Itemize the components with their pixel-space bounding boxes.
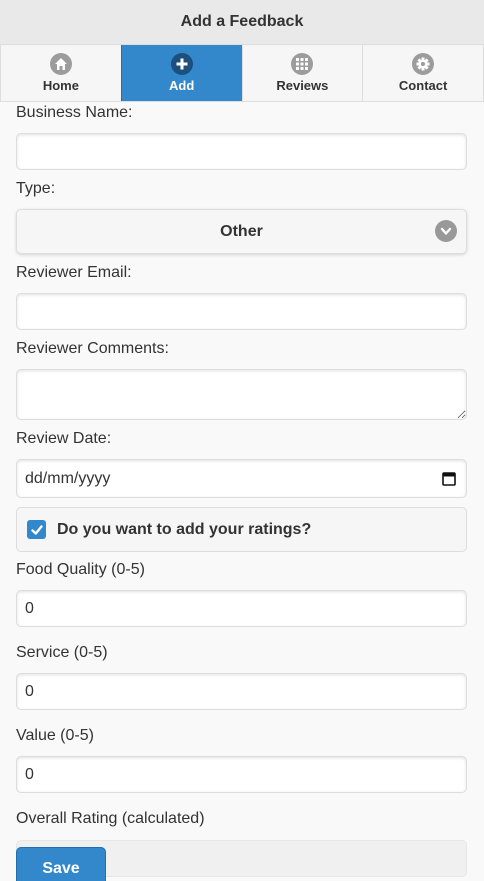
nav-item-contact[interactable]: Contact (362, 45, 484, 101)
nav-item-reviews[interactable]: Reviews (241, 45, 363, 101)
page-title: Add a Feedback (180, 13, 304, 30)
ratings-checkbox-row[interactable]: Do you want to add your ratings? (16, 507, 467, 552)
nav-label-contact: Contact (398, 78, 448, 93)
ratings-checkbox[interactable] (27, 520, 46, 539)
service-input[interactable] (16, 673, 467, 710)
type-select[interactable]: Other (16, 209, 467, 254)
reviewer-email-label: Reviewer Email: (16, 264, 132, 281)
calendar-icon[interactable] (442, 471, 456, 486)
gear-icon (412, 53, 435, 75)
review-date-input[interactable]: dd/mm/yyyy (16, 459, 467, 498)
service-label: Service (0-5) (16, 644, 108, 661)
page: Add a Feedback Home Add Reviews Contact … (0, 0, 484, 881)
review-date-placeholder: dd/mm/yyyy (25, 470, 111, 487)
overall-rating-label: Overall Rating (calculated) (16, 810, 205, 827)
food-quality-label: Food Quality (0-5) (16, 561, 145, 578)
feedback-form: Business Name: Type: Other Reviewer Emai… (16, 102, 467, 877)
ratings-checkbox-label: Do you want to add your ratings? (57, 521, 312, 538)
checkmark-icon (30, 524, 43, 535)
nav-item-home[interactable]: Home (0, 45, 121, 101)
chevron-down-icon (435, 220, 457, 242)
reviewer-comments-label: Reviewer Comments: (16, 340, 169, 357)
reviewer-email-input[interactable] (16, 293, 467, 330)
nav-item-add[interactable]: Add (120, 45, 242, 101)
nav-label-home: Home (42, 78, 79, 93)
nav-label-add: Add (168, 78, 195, 93)
type-label: Type: (16, 180, 56, 197)
business-name-input[interactable] (16, 133, 467, 170)
type-select-value: Other (220, 223, 263, 240)
plus-icon (170, 53, 193, 75)
review-date-label: Review Date: (16, 430, 112, 447)
page-header: Add a Feedback (0, 0, 484, 45)
grid-icon (291, 53, 314, 75)
value-input[interactable] (16, 756, 467, 793)
home-icon (49, 53, 72, 75)
business-name-label: Business Name: (16, 104, 133, 121)
navbar: Home Add Reviews Contact (0, 45, 484, 102)
value-label: Value (0-5) (16, 727, 94, 744)
reviewer-comments-textarea[interactable] (16, 369, 467, 420)
nav-label-reviews: Reviews (276, 78, 329, 93)
save-button[interactable]: Save (16, 847, 106, 881)
food-quality-input[interactable] (16, 590, 467, 627)
